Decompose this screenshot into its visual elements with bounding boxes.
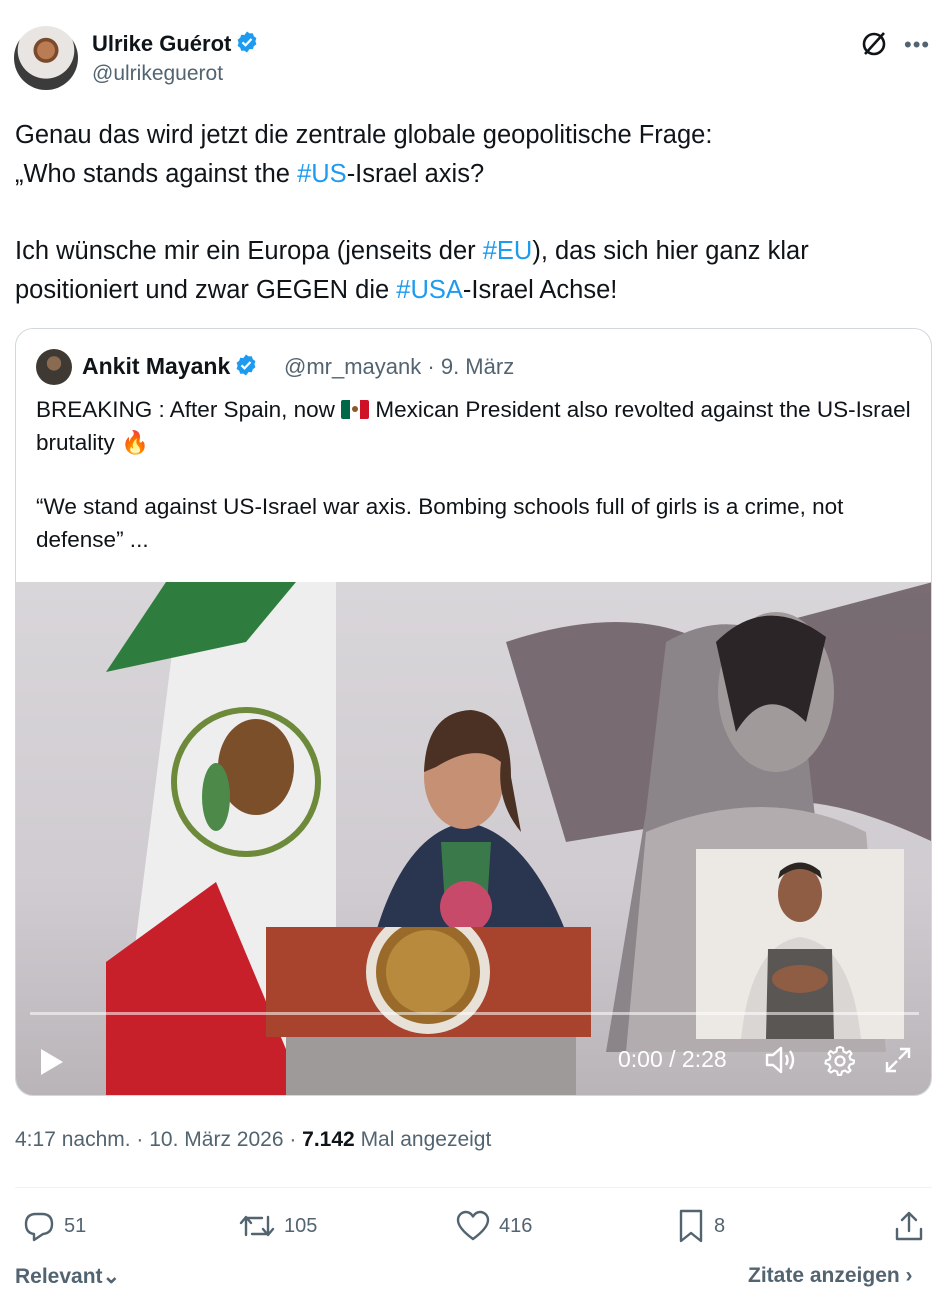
video-player[interactable]: 0:00 / 2:28 xyxy=(16,582,931,1095)
quote-meta: @mr_mayank · 9. März xyxy=(284,354,515,379)
grok-icon[interactable] xyxy=(858,28,890,60)
tweet-time[interactable]: 4:17 nachm. xyxy=(15,1128,131,1151)
repost-count: 105 xyxy=(284,1214,318,1237)
verified-badge-icon xyxy=(237,31,257,53)
hashtag-us[interactable]: #US xyxy=(297,160,347,188)
view-count: 7.142 xyxy=(302,1128,355,1151)
bookmark-count: 8 xyxy=(714,1214,726,1237)
like-button[interactable]: 416 xyxy=(455,1208,532,1244)
divider xyxy=(15,1187,932,1188)
play-icon[interactable] xyxy=(38,1046,66,1078)
quote-author-avatar[interactable] xyxy=(36,349,72,385)
like-count: 416 xyxy=(499,1214,533,1237)
quote-text: BREAKING : After Spain, now Mexican Pres… xyxy=(36,393,916,556)
reply-icon xyxy=(24,1212,54,1242)
mexico-flag-icon xyxy=(341,400,370,419)
quote-paragraph-1: BREAKING : After Spain, now Mexican Pres… xyxy=(36,397,911,455)
repost-button[interactable]: 105 xyxy=(238,1208,317,1244)
quote-handle[interactable]: @mr_mayank xyxy=(284,354,421,379)
video-progress-bar[interactable] xyxy=(30,1012,919,1015)
repost-icon xyxy=(239,1215,275,1237)
sort-relevant-dropdown[interactable]: Relevant⌄ xyxy=(15,1264,120,1289)
heart-icon xyxy=(456,1210,490,1241)
chevron-right-icon: › xyxy=(905,1264,913,1287)
quote-paragraph-2: “We stand against US-Israel war axis. Bo… xyxy=(36,494,844,552)
author-name[interactable]: Ulrike Guérot xyxy=(92,30,259,57)
tweet-timestamp: 4:17 nachm. · 10. März 2026 · 7.142 Mal … xyxy=(15,1128,492,1151)
share-button[interactable] xyxy=(893,1208,933,1244)
interpreter-figure xyxy=(741,862,861,1039)
reply-button[interactable]: 51 xyxy=(22,1208,86,1244)
hashtag-usa[interactable]: #USA xyxy=(396,276,463,304)
quote-author-name[interactable]: Ankit Mayank xyxy=(82,353,258,380)
bookmark-icon xyxy=(679,1209,703,1243)
chevron-down-icon: ⌄ xyxy=(102,1265,121,1288)
quote-date[interactable]: 9. März xyxy=(441,354,514,379)
quoted-tweet[interactable]: Ankit Mayank @mr_mayank · 9. März BREAKI… xyxy=(15,328,932,1096)
bookmark-button[interactable]: 8 xyxy=(676,1208,725,1244)
volume-icon[interactable] xyxy=(764,1044,798,1076)
tweet-paragraph-1: Genau das wird jetzt die zentrale global… xyxy=(15,121,713,188)
fire-emoji-icon: 🔥 xyxy=(121,430,150,455)
hashtag-eu[interactable]: #EU xyxy=(483,237,533,265)
sign-language-interpreter xyxy=(696,849,904,1039)
author-avatar[interactable] xyxy=(14,26,78,90)
reply-count: 51 xyxy=(64,1214,87,1237)
tweet-paragraph-2: Ich wünsche mir ein Europa (jenseits der… xyxy=(15,237,809,304)
settings-gear-icon[interactable] xyxy=(824,1044,856,1076)
author-handle[interactable]: @ulrikeguerot xyxy=(92,62,223,86)
more-options-icon[interactable]: ••• xyxy=(904,32,930,58)
tweet-date[interactable]: 10. März 2026 xyxy=(149,1128,283,1151)
show-quotes-link[interactable]: Zitate anzeigen › xyxy=(748,1264,913,1288)
share-icon xyxy=(895,1211,923,1241)
verified-badge-icon xyxy=(236,354,256,376)
video-time: 0:00 / 2:28 xyxy=(618,1046,727,1072)
tweet-text: Genau das wird jetzt die zentrale global… xyxy=(15,116,920,309)
fullscreen-expand-icon[interactable] xyxy=(884,1046,912,1074)
